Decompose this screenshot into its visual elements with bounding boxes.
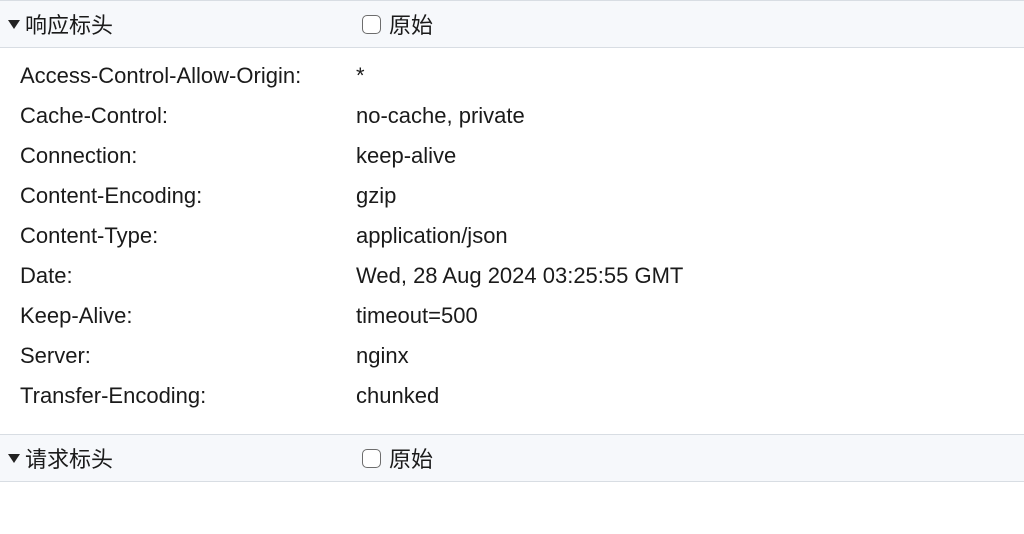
header-name: Cache-Control: [20,96,356,136]
header-row: Access-Control-Allow-Origin: * [20,56,1024,96]
response-raw-toggle[interactable]: 原始 [362,8,433,40]
header-name: Content-Type: [20,216,356,256]
header-value: chunked [356,376,1024,416]
header-name: Access-Control-Allow-Origin: [20,56,356,96]
header-name: Connection: [20,136,356,176]
header-value: * [356,56,1024,96]
header-value: keep-alive [356,136,1024,176]
header-row: Content-Type: application/json [20,216,1024,256]
header-value: application/json [356,216,1024,256]
response-raw-label: 原始 [389,8,433,40]
header-value: no-cache, private [356,96,1024,136]
request-headers-section-header[interactable]: 请求标头 原始 [0,434,1024,482]
response-headers-list: Access-Control-Allow-Origin: * Cache-Con… [0,48,1024,434]
response-headers-title: 响应标头 [25,8,113,40]
header-name: Transfer-Encoding: [20,376,356,416]
header-row: Connection: keep-alive [20,136,1024,176]
header-row: Cache-Control: no-cache, private [20,96,1024,136]
header-name: Keep-Alive: [20,296,356,336]
response-raw-checkbox[interactable] [362,15,381,34]
request-raw-checkbox[interactable] [362,449,381,468]
chevron-down-icon [8,454,20,463]
response-headers-section-header[interactable]: 响应标头 原始 [0,0,1024,48]
header-row: Transfer-Encoding: chunked [20,376,1024,416]
header-name: Date: [20,256,356,296]
header-value: nginx [356,336,1024,376]
header-row: Date: Wed, 28 Aug 2024 03:25:55 GMT [20,256,1024,296]
header-name: Content-Encoding: [20,176,356,216]
request-raw-toggle[interactable]: 原始 [362,442,433,474]
header-row: Server: nginx [20,336,1024,376]
request-headers-title: 请求标头 [25,442,113,474]
response-headers-toggle[interactable]: 响应标头 [6,8,362,40]
header-row: Content-Encoding: gzip [20,176,1024,216]
chevron-down-icon [8,20,20,29]
header-value: Wed, 28 Aug 2024 03:25:55 GMT [356,256,1024,296]
header-value: timeout=500 [356,296,1024,336]
request-headers-toggle[interactable]: 请求标头 [6,442,362,474]
header-row: Keep-Alive: timeout=500 [20,296,1024,336]
request-raw-label: 原始 [389,442,433,474]
header-name: Server: [20,336,356,376]
header-value: gzip [356,176,1024,216]
